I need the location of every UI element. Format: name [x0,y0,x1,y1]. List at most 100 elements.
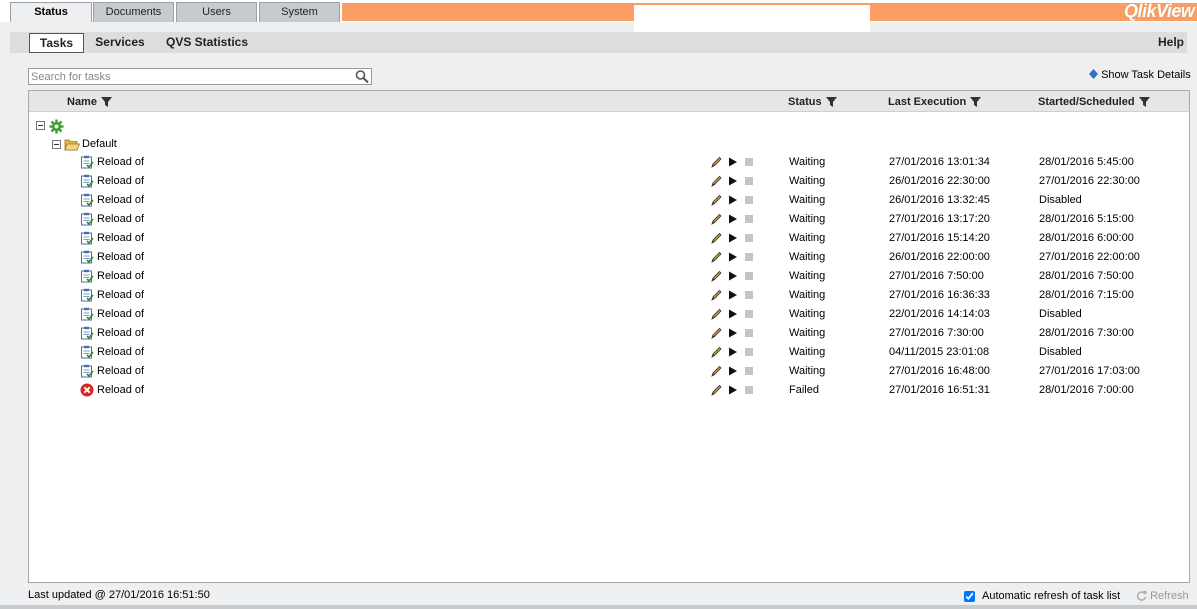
task-name[interactable]: Reload of [97,270,144,283]
task-name[interactable]: Reload of [97,308,144,321]
edit-pencil-icon[interactable] [709,307,723,321]
play-icon[interactable] [726,269,740,283]
stop-icon[interactable] [742,174,756,188]
show-task-details-link[interactable]: Show Task Details [1089,68,1191,83]
task-row[interactable]: Reload of Waiting 27/01/2016 13:17:20 28/01… [29,210,1189,229]
tab-users[interactable]: Users [176,2,257,22]
task-name[interactable]: Reload of [97,384,144,397]
task-name[interactable]: Reload of [97,289,144,302]
task-status: Waiting [789,289,826,301]
play-icon[interactable] [726,364,740,378]
play-icon[interactable] [726,307,740,321]
play-icon[interactable] [726,193,740,207]
stop-icon[interactable] [742,383,756,397]
stop-icon[interactable] [742,212,756,226]
collapse-icon[interactable] [52,140,61,149]
edit-pencil-icon[interactable] [709,269,723,283]
stop-icon[interactable] [742,326,756,340]
stop-icon[interactable] [742,307,756,321]
stop-icon[interactable] [742,345,756,359]
task-row[interactable]: Reload of Failed 27/01/2016 16:51:31 28/01/… [29,381,1189,400]
column-header-name[interactable]: Name [67,95,112,109]
play-icon[interactable] [726,326,740,340]
collapse-icon[interactable] [36,121,45,130]
play-icon[interactable] [726,250,740,264]
task-row[interactable]: Reload of Waiting 26/01/2016 22:00:00 27/01… [29,248,1189,267]
search-icon[interactable] [354,69,370,84]
stop-icon[interactable] [742,231,756,245]
play-icon[interactable] [726,174,740,188]
subtab-qvs-statistics[interactable]: QVS Statistics [160,33,254,53]
task-started-scheduled: 28/01/2016 7:15:00 [1039,289,1134,301]
column-header-status[interactable]: Status [788,95,837,109]
task-icon [81,174,94,188]
play-icon[interactable] [726,288,740,302]
task-last-execution: 22/01/2016 14:14:03 [889,308,990,320]
stop-icon[interactable] [742,269,756,283]
edit-pencil-icon[interactable] [709,383,723,397]
filter-icon[interactable] [100,97,112,108]
edit-pencil-icon[interactable] [709,231,723,245]
task-row[interactable]: Reload of Waiting 27/01/2016 7:50:00 28/01/… [29,267,1189,286]
task-name[interactable]: Reload of [97,327,144,340]
task-row[interactable]: Reload of Waiting 27/01/2016 7:30:00 28/01/… [29,324,1189,343]
task-name[interactable]: Reload of [97,346,144,359]
folder-label[interactable]: Default [82,138,117,151]
stop-icon[interactable] [742,155,756,169]
task-name[interactable]: Reload of [97,156,144,169]
task-row[interactable]: Reload of Waiting 04/11/2015 23:01:08 Disab… [29,343,1189,362]
task-row[interactable]: Reload of Waiting 27/01/2016 16:48:00 27/01… [29,362,1189,381]
auto-refresh-checkbox[interactable] [964,591,975,602]
filter-icon[interactable] [825,97,837,108]
subtab-services[interactable]: Services [88,33,152,53]
filter-icon[interactable] [970,97,982,108]
help-link[interactable]: Help [1140,33,1184,53]
edit-pencil-icon[interactable] [709,212,723,226]
task-row[interactable]: Reload of Waiting 27/01/2016 15:14:20 28/01… [29,229,1189,248]
task-name[interactable]: Reload of [97,213,144,226]
task-last-execution: 27/01/2016 7:30:00 [889,327,984,339]
edit-pencil-icon[interactable] [709,345,723,359]
tab-system[interactable]: System [259,2,340,22]
edit-pencil-icon[interactable] [709,193,723,207]
stop-icon[interactable] [742,250,756,264]
task-last-execution: 27/01/2016 16:48:00 [889,365,990,377]
tab-status[interactable]: Status [10,2,92,23]
stop-icon[interactable] [742,364,756,378]
stop-icon[interactable] [742,193,756,207]
gear-icon [49,119,64,134]
subtab-tasks[interactable]: Tasks [29,33,84,53]
task-row[interactable]: Reload of Waiting 27/01/2016 13:01:34 28/01… [29,153,1189,172]
search-input[interactable] [28,68,372,85]
task-last-execution: 27/01/2016 16:51:31 [889,384,990,396]
play-icon[interactable] [726,155,740,169]
task-name[interactable]: Reload of [97,232,144,245]
play-icon[interactable] [726,231,740,245]
qlikview-logo: QlikView [1124,1,1195,21]
edit-pencil-icon[interactable] [709,326,723,340]
task-row[interactable]: Reload of Waiting 26/01/2016 13:32:45 Disab… [29,191,1189,210]
task-row[interactable]: Reload of Waiting 22/01/2016 14:14:03 Disab… [29,305,1189,324]
edit-pencil-icon[interactable] [709,250,723,264]
task-row[interactable]: Reload of Waiting 26/01/2016 22:30:00 27/01… [29,172,1189,191]
refresh-button[interactable]: Refresh [1136,590,1189,603]
column-header-started-scheduled[interactable]: Started/Scheduled [1038,95,1150,109]
task-icon [81,326,94,340]
task-name[interactable]: Reload of [97,251,144,264]
play-icon[interactable] [726,212,740,226]
tab-documents[interactable]: Documents [93,2,174,22]
task-name[interactable]: Reload of [97,194,144,207]
play-icon[interactable] [726,345,740,359]
edit-pencil-icon[interactable] [709,288,723,302]
column-header-last-execution[interactable]: Last Execution [888,95,982,109]
task-status: Waiting [789,270,826,282]
play-icon[interactable] [726,383,740,397]
task-name[interactable]: Reload of [97,175,144,188]
edit-pencil-icon[interactable] [709,364,723,378]
task-name[interactable]: Reload of [97,365,144,378]
edit-pencil-icon[interactable] [709,155,723,169]
stop-icon[interactable] [742,288,756,302]
filter-icon[interactable] [1138,97,1150,108]
task-row[interactable]: Reload of Waiting 27/01/2016 16:36:33 28/01… [29,286,1189,305]
edit-pencil-icon[interactable] [709,174,723,188]
